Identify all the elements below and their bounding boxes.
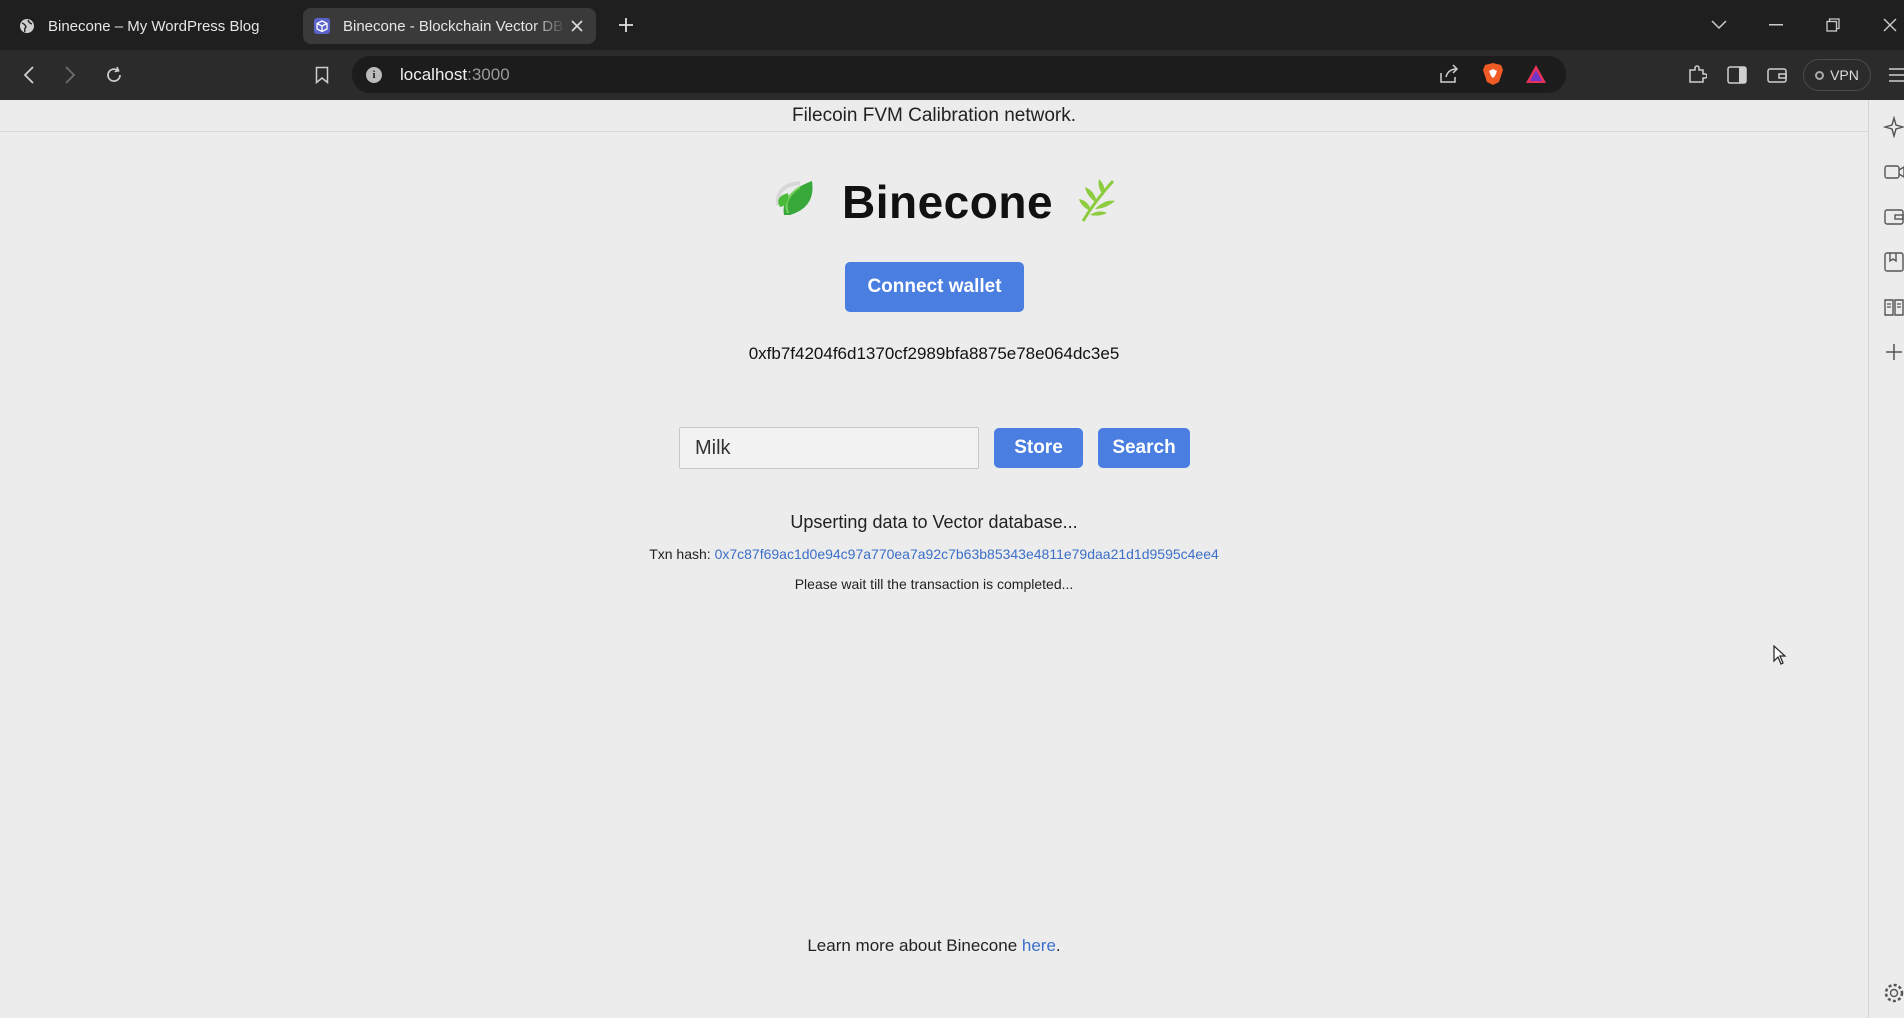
mouse-cursor-icon xyxy=(1773,644,1787,669)
browser-toolbar: i localhost:3000 VPN xyxy=(0,50,1904,100)
sidebar-icon xyxy=(1727,66,1747,84)
brave-rewards-icon[interactable] xyxy=(1525,64,1547,88)
settings-gear-icon[interactable] xyxy=(1883,982,1904,1004)
txn-hash-line: Txn hash: 0x7c87f69ac1d0e94c97a770ea7a92… xyxy=(0,546,1868,562)
reload-button[interactable] xyxy=(99,60,129,90)
new-tab-button[interactable] xyxy=(613,12,639,38)
vpn-label: VPN xyxy=(1830,67,1859,83)
arrow-left-icon xyxy=(23,66,34,84)
tab-list-button[interactable] xyxy=(1699,10,1739,40)
brand-header: Binecone xyxy=(770,172,1121,232)
wallet-icon xyxy=(1767,68,1787,83)
app-title: Binecone xyxy=(842,176,1054,228)
leo-ai-icon[interactable] xyxy=(1883,116,1904,138)
chevron-down-icon xyxy=(1711,20,1727,30)
back-button[interactable] xyxy=(14,60,44,90)
footer-text: Learn more about Binecone xyxy=(807,936,1022,955)
wait-message: Please wait till the transaction is comp… xyxy=(794,576,1074,592)
store-button[interactable]: Store xyxy=(994,428,1083,468)
share-icon[interactable] xyxy=(1438,64,1460,88)
herb-icon xyxy=(1075,175,1121,229)
leaf-icon xyxy=(770,175,820,229)
connect-wallet-button[interactable]: Connect wallet xyxy=(845,262,1024,312)
minimize-icon xyxy=(1769,24,1783,26)
plus-icon xyxy=(619,18,633,32)
bookmarks-panel-icon[interactable] xyxy=(1883,251,1904,273)
add-panel-icon[interactable] xyxy=(1883,341,1904,363)
tab-title: Binecone - Blockchain Vector DB xyxy=(343,17,564,35)
page-content: Filecoin FVM Calibration network. Bineco… xyxy=(0,100,1868,1018)
restore-icon xyxy=(1826,18,1840,32)
restore-button[interactable] xyxy=(1813,10,1853,40)
brave-shields-icon[interactable] xyxy=(1482,62,1504,90)
sidebar-toggle-button[interactable] xyxy=(1722,60,1752,90)
bookmark-button[interactable] xyxy=(307,60,337,90)
close-tab-icon[interactable] xyxy=(566,15,588,37)
tab-title: Binecone – My WordPress Blog xyxy=(48,17,260,35)
url-text: localhost:3000 xyxy=(400,65,510,85)
hamburger-icon xyxy=(1889,68,1904,82)
vpn-status-icon xyxy=(1815,70,1825,80)
url-port: :3000 xyxy=(467,64,510,84)
close-icon xyxy=(1883,18,1897,32)
site-info-icon[interactable]: i xyxy=(366,66,382,83)
network-banner: Filecoin FVM Calibration network. xyxy=(0,100,1868,132)
status-message: Upserting data to Vector database... xyxy=(790,512,1078,532)
video-call-icon[interactable] xyxy=(1883,161,1904,183)
bookmark-icon xyxy=(315,66,329,84)
footer: Learn more about Binecone here. xyxy=(0,936,1868,956)
reload-icon xyxy=(107,66,121,82)
close-window-button[interactable] xyxy=(1870,10,1904,40)
browser-side-panel xyxy=(1868,100,1904,1018)
txn-hash-link[interactable]: 0x7c87f69ac1d0e94c97a770ea7a92c7b63b8534… xyxy=(715,546,1219,562)
minimize-button[interactable] xyxy=(1756,10,1796,40)
extensions-button[interactable] xyxy=(1682,60,1712,90)
wallet-panel-icon[interactable] xyxy=(1883,206,1904,228)
search-button[interactable]: Search xyxy=(1098,428,1190,468)
tab-strip: Binecone – My WordPress Blog Binecone - … xyxy=(0,0,1904,50)
cube-icon xyxy=(313,17,331,35)
vpn-button[interactable]: VPN xyxy=(1803,59,1871,91)
wallet-button[interactable] xyxy=(1762,60,1792,90)
url-host: localhost xyxy=(400,64,468,84)
tab-binecone[interactable]: Binecone - Blockchain Vector DB xyxy=(303,8,596,44)
reading-list-icon[interactable] xyxy=(1883,296,1904,318)
learn-more-link[interactable]: here xyxy=(1022,936,1056,955)
globe-icon xyxy=(18,17,36,35)
arrow-right-icon xyxy=(65,66,76,84)
search-input[interactable]: Milk xyxy=(679,427,979,469)
puzzle-icon xyxy=(1689,65,1707,83)
txn-label: Txn hash: xyxy=(649,546,715,562)
menu-button[interactable] xyxy=(1882,60,1904,90)
footer-period: . xyxy=(1055,936,1061,955)
tab-wordpress-blog[interactable]: Binecone – My WordPress Blog xyxy=(8,8,298,44)
wallet-address: 0xfb7f4204f6d1370cf2989bfa8875e78e064dc3… xyxy=(748,344,1120,363)
forward-button[interactable] xyxy=(55,60,85,90)
address-bar[interactable]: i localhost:3000 xyxy=(352,56,1566,93)
